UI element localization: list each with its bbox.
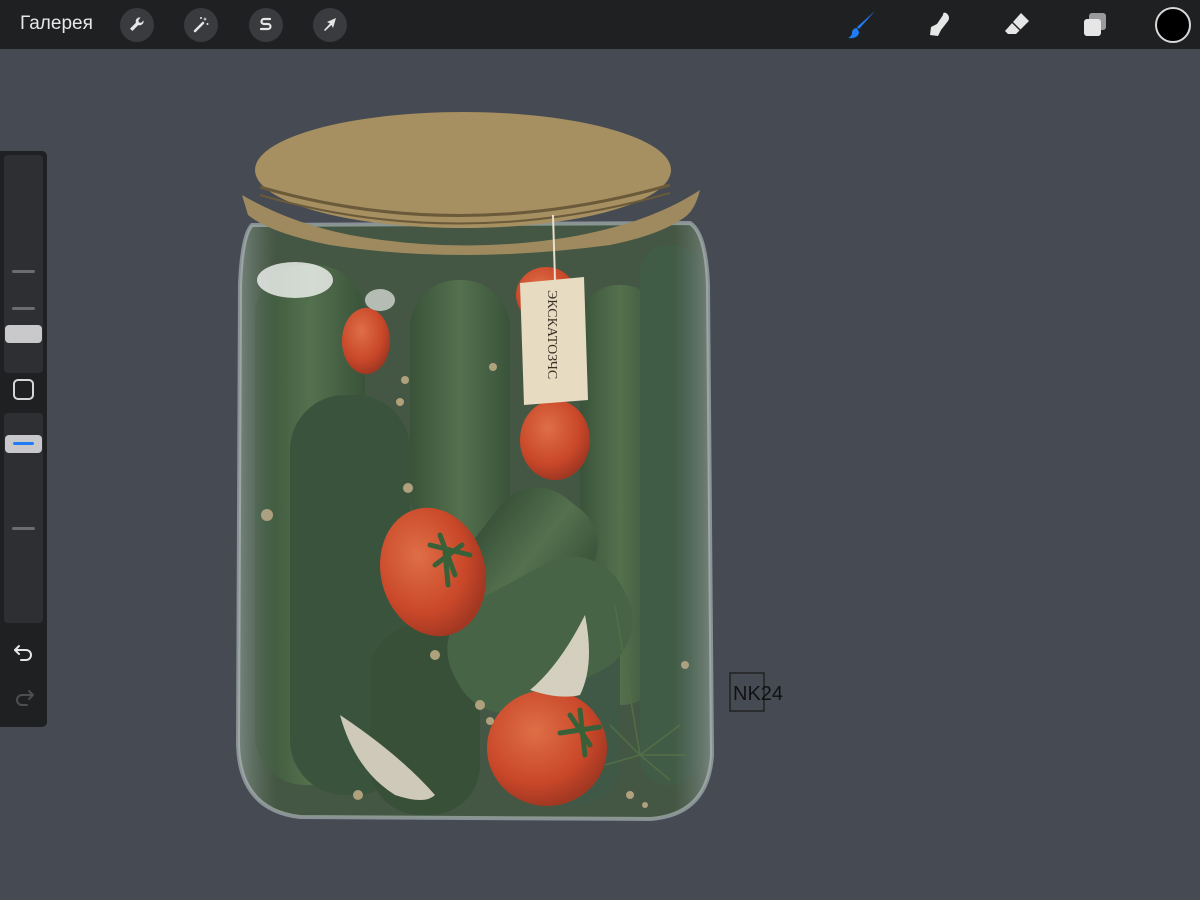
- brush-icon: [848, 11, 875, 39]
- slider-tick: [12, 270, 35, 273]
- modifier-button[interactable]: [13, 379, 34, 400]
- selection-button[interactable]: [249, 8, 283, 42]
- slider-tick: [12, 307, 35, 310]
- transform-button[interactable]: [313, 8, 347, 42]
- brush-size-handle[interactable]: [5, 325, 42, 343]
- undo-arrow-icon: [14, 645, 32, 661]
- eraser-icon: [1005, 13, 1029, 34]
- arrow-cursor-icon: [324, 18, 336, 31]
- top-toolbar: Галерея: [0, 0, 1200, 49]
- selection-s-icon: [259, 17, 272, 31]
- slider-tick: [12, 527, 35, 530]
- glass-highlight: [257, 262, 333, 298]
- layers-icon: [1084, 13, 1106, 36]
- opacity-handle[interactable]: [5, 435, 42, 453]
- layers-button[interactable]: [1076, 6, 1114, 44]
- canvas-artwork[interactable]: ЭКСКАТОЗЧС NK24: [230, 105, 790, 840]
- redo-button[interactable]: [11, 684, 37, 710]
- left-sidebar: [0, 151, 47, 727]
- brush-tool-button[interactable]: [843, 6, 881, 44]
- handle-indicator: [13, 442, 34, 445]
- color-picker-button[interactable]: [1155, 7, 1191, 43]
- gallery-button[interactable]: Галерея: [20, 13, 93, 35]
- magic-wand-icon: [193, 17, 209, 33]
- brush-size-slider[interactable]: [4, 155, 43, 373]
- actions-button[interactable]: [120, 8, 154, 42]
- eraser-tool-button[interactable]: [998, 6, 1036, 44]
- redo-arrow-icon: [16, 690, 34, 706]
- wrench-icon: [130, 17, 144, 31]
- signature-text: NK24: [733, 683, 783, 705]
- smudge-finger-icon: [930, 12, 950, 36]
- opacity-slider[interactable]: [4, 413, 43, 623]
- artist-signature: NK24: [729, 672, 783, 712]
- adjustments-button[interactable]: [184, 8, 218, 42]
- glass-highlight: [365, 289, 395, 311]
- jar: [235, 220, 715, 822]
- smudge-tool-button[interactable]: [920, 6, 958, 44]
- tag-label: ЭКСКАТОЗЧС: [544, 290, 559, 379]
- undo-button[interactable]: [11, 639, 37, 665]
